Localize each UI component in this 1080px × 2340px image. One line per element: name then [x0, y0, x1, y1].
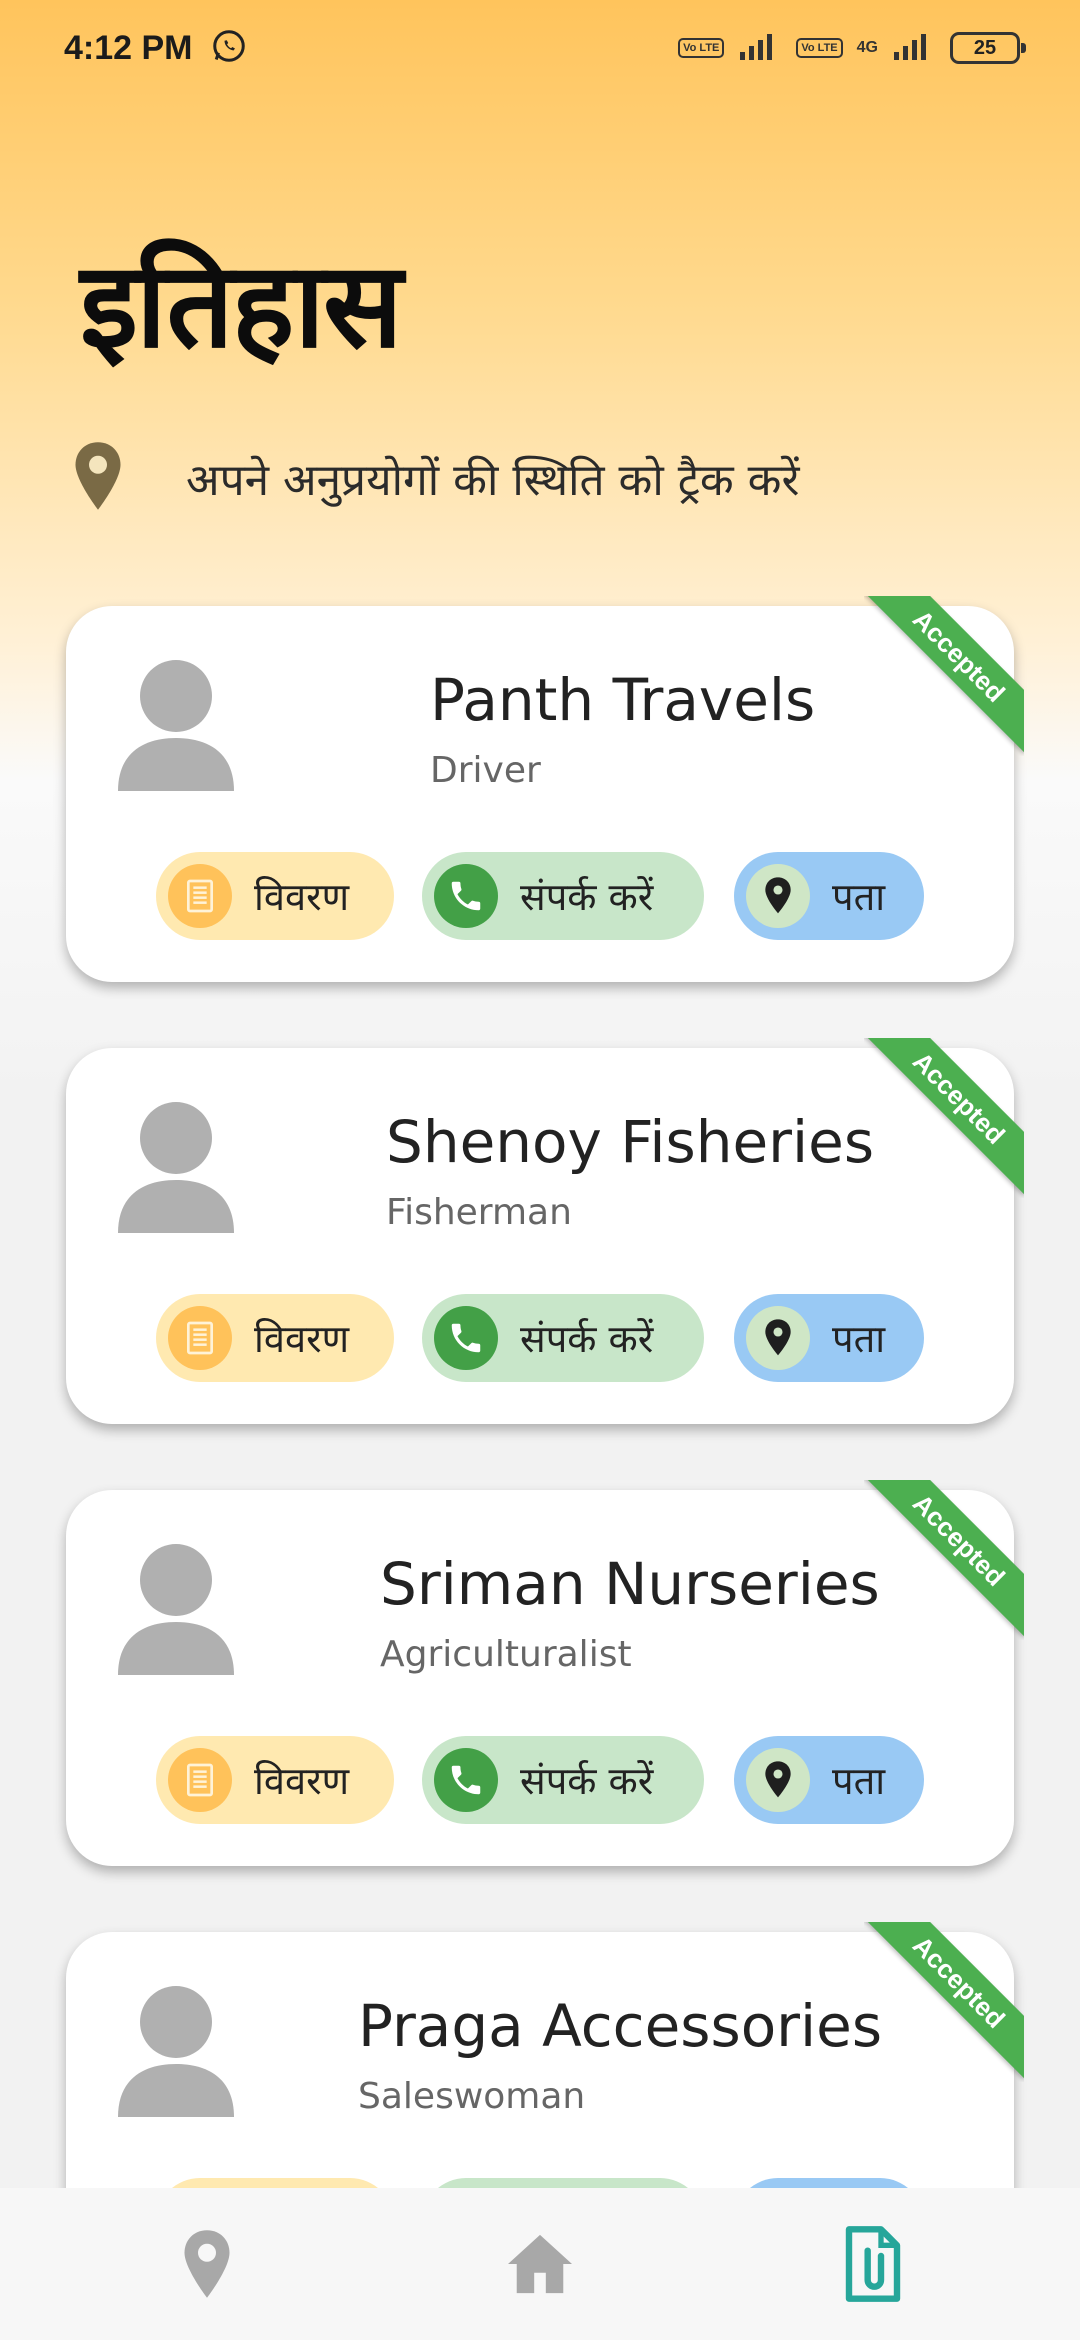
address-label: पता	[832, 1759, 886, 1803]
page-subtitle: अपने अनुप्रयोगों की स्थिति को ट्रैक करें	[186, 455, 800, 506]
status-time: 4:12 PM	[64, 28, 193, 67]
avatar-icon	[118, 1986, 234, 2117]
location-pin-icon	[184, 2230, 230, 2298]
address-button[interactable]: पता	[734, 852, 924, 940]
details-button[interactable]: विवरण	[156, 1736, 394, 1824]
address-label: पता	[832, 1317, 886, 1361]
bottom-navigation	[0, 2188, 1080, 2340]
phone-icon	[434, 864, 498, 928]
subtitle-row: अपने अनुप्रयोगों की स्थिति को ट्रैक करें	[70, 440, 799, 516]
phone-icon	[434, 1748, 498, 1812]
details-label: विवरण	[254, 875, 350, 919]
address-label: पता	[832, 875, 886, 919]
volte-badge-2: Vo LTE	[796, 38, 843, 58]
network-4g-label: 4G	[856, 39, 878, 56]
accepted-badge: Accepted	[864, 596, 1024, 753]
address-button[interactable]: पता	[734, 1736, 924, 1824]
application-card[interactable]: Shenoy Fisheries Fisherman Accepted विवर…	[66, 1038, 1024, 1424]
status-ribbon: Accepted	[864, 1038, 1024, 1198]
location-pin-icon	[70, 440, 126, 516]
volte-badge: Vo LTE	[678, 38, 725, 58]
whatsapp-icon	[211, 28, 247, 68]
document-icon	[168, 1306, 232, 1370]
map-pin-icon	[746, 864, 810, 928]
avatar-icon	[118, 660, 234, 791]
document-icon	[168, 864, 232, 928]
address-button[interactable]: पता	[734, 1294, 924, 1382]
contact-button[interactable]: संपर्क करें	[422, 852, 704, 940]
application-card[interactable]: Panth Travels Driver Accepted विवरण संपर…	[66, 596, 1024, 982]
company-name: Shenoy Fisheries	[386, 1108, 875, 1176]
contact-label: संपर्क करें	[520, 1759, 654, 1803]
job-role: Driver	[430, 750, 541, 791]
accepted-badge: Accepted	[864, 1922, 1024, 2079]
accepted-badge: Accepted	[864, 1038, 1024, 1195]
nav-location-button[interactable]	[147, 2204, 267, 2324]
document-icon	[168, 1748, 232, 1812]
accepted-badge: Accepted	[864, 1480, 1024, 1637]
details-label: विवरण	[254, 1759, 350, 1803]
job-role: Saleswoman	[358, 2076, 586, 2117]
map-pin-icon	[746, 1748, 810, 1812]
details-button[interactable]: विवरण	[156, 852, 394, 940]
company-name: Panth Travels	[430, 666, 816, 734]
signal-icon-2	[892, 30, 936, 66]
contact-button[interactable]: संपर्क करें	[422, 1736, 704, 1824]
page-title: इतिहास	[80, 236, 403, 374]
job-role: Fisherman	[386, 1192, 572, 1233]
application-card[interactable]: Sriman Nurseries Agriculturalist Accepte…	[66, 1480, 1024, 1866]
contact-button[interactable]: संपर्क करें	[422, 1294, 704, 1382]
battery-icon: 25	[950, 32, 1026, 64]
nav-home-button[interactable]	[480, 2204, 600, 2324]
contact-label: संपर्क करें	[520, 875, 654, 919]
details-label: विवरण	[254, 1317, 350, 1361]
avatar-icon	[118, 1102, 234, 1233]
document-clip-icon	[846, 2226, 901, 2302]
job-role: Agriculturalist	[380, 1634, 632, 1675]
avatar-icon	[118, 1544, 234, 1675]
home-icon	[507, 2234, 572, 2294]
status-bar: 4:12 PM Vo LTE Vo LTE 4G 25	[0, 0, 1080, 96]
status-ribbon: Accepted	[864, 596, 1024, 756]
signal-icon	[738, 30, 782, 66]
nav-history-button[interactable]	[813, 2204, 933, 2324]
company-name: Sriman Nurseries	[380, 1550, 880, 1618]
details-button[interactable]: विवरण	[156, 1294, 394, 1382]
status-ribbon: Accepted	[864, 1480, 1024, 1640]
company-name: Praga Accessories	[358, 1992, 883, 2060]
contact-label: संपर्क करें	[520, 1317, 654, 1361]
map-pin-icon	[746, 1306, 810, 1370]
phone-icon	[434, 1306, 498, 1370]
status-ribbon: Accepted	[864, 1922, 1024, 2082]
